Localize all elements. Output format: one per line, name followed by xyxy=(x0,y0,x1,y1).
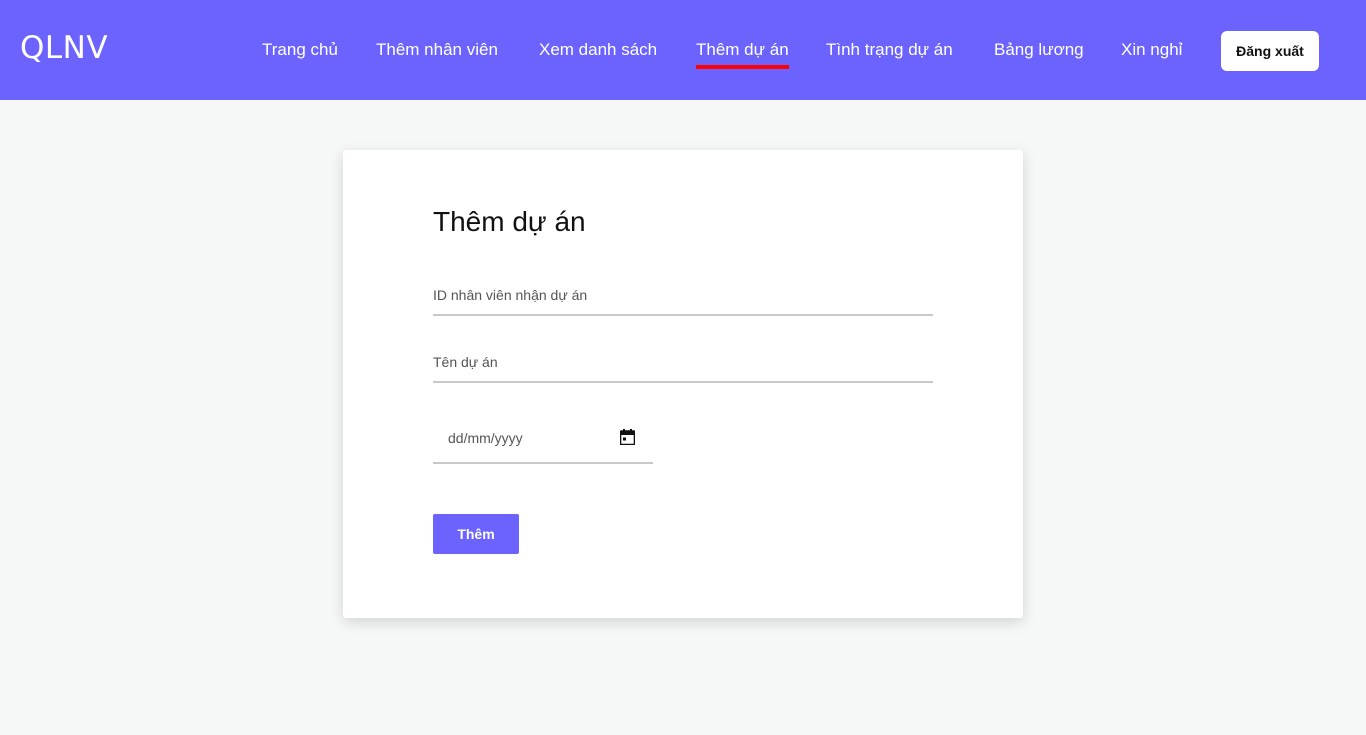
nav-item-add-employee[interactable]: Thêm nhân viên xyxy=(376,39,498,61)
nav-item-home[interactable]: Trang chủ xyxy=(262,39,338,61)
project-name-input[interactable] xyxy=(433,343,933,383)
nav-item-add-project[interactable]: Thêm dự án xyxy=(696,39,789,69)
date-input[interactable]: dd/mm/yyyy xyxy=(433,416,653,464)
logout-button[interactable]: Đăng xuất xyxy=(1221,31,1319,71)
nav-item-project-status[interactable]: Tình trạng dự án xyxy=(826,39,953,61)
nav-item-leave-request[interactable]: Xin nghỉ xyxy=(1121,39,1182,61)
brand-logo[interactable]: QLNV xyxy=(20,30,108,66)
calendar-icon[interactable] xyxy=(620,429,635,445)
form-title: Thêm dự án xyxy=(433,206,586,237)
add-project-card: Thêm dự án dd/mm/yyyy Thêm xyxy=(343,150,1023,618)
nav-item-view-list[interactable]: Xem danh sách xyxy=(539,39,657,61)
top-navbar: QLNV Trang chủ Thêm nhân viên Xem danh s… xyxy=(0,0,1366,100)
add-button[interactable]: Thêm xyxy=(433,514,519,554)
nav-item-payroll[interactable]: Bảng lương xyxy=(994,39,1084,61)
date-placeholder: dd/mm/yyyy xyxy=(448,430,523,446)
employee-id-input[interactable] xyxy=(433,276,933,316)
